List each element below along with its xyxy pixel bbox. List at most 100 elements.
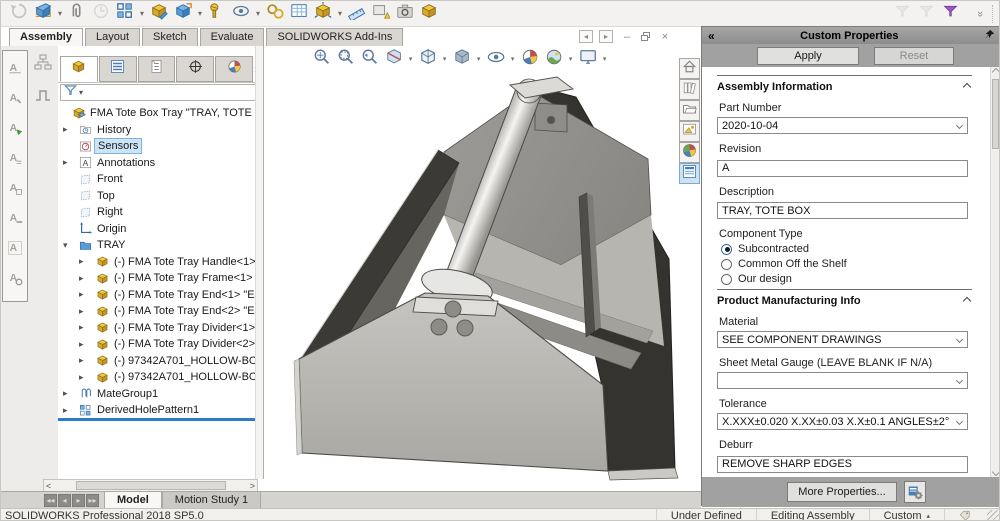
tree-item-fma-tote-box-tray-tray-t[interactable]: FMA Tote Box Tray "TRAY, TOTE BOX" (D (58, 105, 263, 121)
tab-evaluate[interactable]: Evaluate (199, 28, 265, 46)
apply-button[interactable]: Apply (757, 47, 859, 65)
caption-tool-icon[interactable]: A (4, 234, 26, 261)
snapshot-button[interactable] (393, 3, 417, 25)
expand-arrow-icon[interactable]: ▸ (79, 306, 84, 317)
tree-item-fma-tote-tray-frame-1[interactable]: ▸ (-) FMA Tote Tray Frame<1> "TOT (58, 270, 263, 286)
spell-check-tool-icon[interactable]: A (4, 144, 26, 171)
status-dropdown-icon[interactable]: ▴ (926, 512, 930, 520)
taskpane-tab-design-library[interactable] (679, 79, 700, 100)
tree-item-sensors[interactable]: Sensors (58, 138, 263, 154)
tree-item-tray[interactable]: ▾ TRAY (58, 237, 263, 253)
dropdown-caret-icon[interactable]: ▾ (137, 3, 147, 25)
linear-component-pattern-button[interactable] (113, 3, 137, 25)
subcontracted-radio[interactable] (721, 243, 732, 255)
tolerance-select[interactable]: X.XXX±0.020 X.XX±0.03 X.X±0.1 ANGLES±2° (717, 413, 968, 430)
text-block-tool-icon[interactable]: A (4, 204, 26, 231)
expand-arrow-icon[interactable]: ▸ (63, 405, 68, 416)
expand-arrow-icon[interactable]: ▸ (63, 157, 68, 168)
tree-tab-featuremanager[interactable] (60, 56, 98, 82)
tab-assembly[interactable]: Assembly (9, 28, 83, 46)
rebuild-button[interactable] (7, 3, 31, 25)
taskpane-tab-solidworks-resources[interactable] (679, 58, 700, 79)
taskpane-tab-file-explorer[interactable] (679, 100, 700, 121)
tree-item-origin[interactable]: Origin (58, 221, 263, 237)
tab-solidworks-add-ins[interactable]: SOLIDWORKS Add-Ins (266, 28, 404, 46)
tree-item-top[interactable]: Top (58, 188, 263, 204)
interference-detection-button[interactable] (369, 3, 393, 25)
tree-item-mategroup1[interactable]: ▸ MateGroup1 (58, 386, 263, 402)
tab-prev-icon[interactable]: ◂ (58, 493, 71, 507)
pin-icon[interactable] (984, 27, 995, 45)
hierarchy-icon[interactable] (31, 51, 55, 75)
tree-item-derivedholepattern1[interactable]: ▸ DerivedHolePattern1 (58, 402, 263, 418)
expand-arrow-icon[interactable]: ▸ (79, 372, 84, 383)
tab-motion-study[interactable]: Motion Study 1 (161, 492, 262, 508)
doc-forward-button[interactable]: ▸ (599, 30, 613, 43)
tree-item-fma-tote-tray-end-1[interactable]: ▸ (-) FMA Tote Tray End<1> "END, (58, 287, 263, 303)
filter-hidden-button[interactable] (915, 3, 939, 25)
tab-next-icon[interactable]: ▸ (72, 493, 85, 507)
sketch-step-icon[interactable] (31, 83, 55, 107)
revision-input[interactable] (717, 159, 968, 177)
expand-arrow-icon[interactable]: ▸ (79, 273, 84, 284)
deburr-input[interactable] (717, 455, 968, 473)
dropdown-caret-icon[interactable]: ▾ (55, 3, 65, 25)
tree-item-fma-tote-tray-divider[interactable]: ▸ (-) FMA Tote Tray Divider<1> "TR (58, 320, 263, 336)
scroll-right-icon[interactable]: > (250, 481, 255, 491)
show-hidden-components-button[interactable] (229, 3, 253, 25)
assembly-features-button[interactable] (263, 3, 287, 25)
status-custom[interactable]: Custom ▴ (868, 509, 944, 520)
scroll-up-icon[interactable] (991, 67, 999, 77)
toolbar-overflow-icon[interactable]: » (974, 11, 986, 17)
tree-tab-displaymanager[interactable] (215, 56, 253, 82)
tree-item-fma-tote-tray-handle-1[interactable]: ▸ (-) FMA Tote Tray Handle<1> "TR (58, 254, 263, 270)
balloon-tool-icon[interactable]: A (4, 84, 26, 111)
tree-item-fma-tote-tray-divider[interactable]: ▸ (-) FMA Tote Tray Divider<2> "TR (58, 336, 263, 352)
reset-button[interactable]: Reset (874, 47, 954, 65)
dropdown-caret-icon[interactable]: ▾ (253, 3, 263, 25)
expand-arrow-icon[interactable]: ▸ (79, 322, 84, 333)
tab-model[interactable]: Model (104, 492, 162, 508)
filter-wireframe-button[interactable] (891, 3, 915, 25)
tree-item-front[interactable]: Front (58, 171, 263, 187)
description-input[interactable] (717, 202, 968, 219)
panel-scrollbar[interactable] (990, 67, 999, 477)
large-assembly-mode-button[interactable] (417, 3, 441, 25)
note-tool-icon[interactable]: A (4, 54, 26, 81)
common-off-the-shelf-radio[interactable] (721, 258, 732, 270)
tree-item-annotations[interactable]: ▸ A Annotations (58, 155, 263, 171)
bill-of-materials-button[interactable] (287, 3, 311, 25)
sheet-metal-gauge-leave-blank-if-n-a-select[interactable] (717, 372, 968, 389)
move-component-button[interactable] (171, 3, 195, 25)
minimize-icon[interactable]: – (619, 31, 635, 43)
tab-first-icon[interactable]: ◂◂ (44, 493, 57, 507)
tree-item-97342a701-hollow-body[interactable]: ▸ (-) 97342A701_HOLLOW-BODY RIV (58, 353, 263, 369)
tree-item-97342a701-hollow-body[interactable]: ▸ (-) 97342A701_HOLLOW-BODY RIV (58, 369, 263, 385)
expand-arrow-icon[interactable]: ▸ (79, 339, 84, 350)
dropdown-caret-icon[interactable]: ▾ (335, 3, 345, 25)
edit-component-button[interactable] (147, 3, 171, 25)
common-off-the-shelf-radio-option[interactable]: Common Off the Shelf (721, 258, 972, 270)
scrollbar-thumb[interactable] (75, 481, 226, 490)
scrollbar-thumb[interactable] (992, 79, 999, 149)
our-design-radio-option[interactable]: Our design (721, 273, 972, 285)
tree-item-history[interactable]: ▸ History (58, 122, 263, 138)
our-design-radio[interactable] (721, 273, 732, 285)
tree-tab-configurationmanager[interactable] (137, 56, 176, 82)
tree-filter-field[interactable]: ▾ (60, 84, 256, 101)
graphics-viewport[interactable]: ▾ ▾ ▾ ▾ ▾ ▾ (264, 46, 679, 491)
tag-icon[interactable] (944, 509, 985, 520)
tab-sketch[interactable]: Sketch (142, 28, 198, 46)
link-notes-tool-icon[interactable]: A (4, 264, 26, 291)
exploded-view-button[interactable] (311, 2, 335, 25)
chevron-down-icon[interactable] (955, 417, 964, 426)
mate-button[interactable] (65, 3, 89, 25)
doc-back-button[interactable]: ◂ (579, 30, 593, 43)
expand-arrow-icon[interactable]: ▸ (79, 289, 84, 300)
insert-components-button[interactable] (31, 3, 55, 25)
dropdown-caret-icon[interactable]: ▾ (195, 3, 205, 25)
chevron-down-icon[interactable] (955, 376, 964, 385)
reference-geometry-button[interactable] (89, 3, 113, 25)
format-text-tool-icon[interactable]: A (4, 174, 26, 201)
tree-vertical-scrollbar[interactable] (255, 46, 263, 479)
